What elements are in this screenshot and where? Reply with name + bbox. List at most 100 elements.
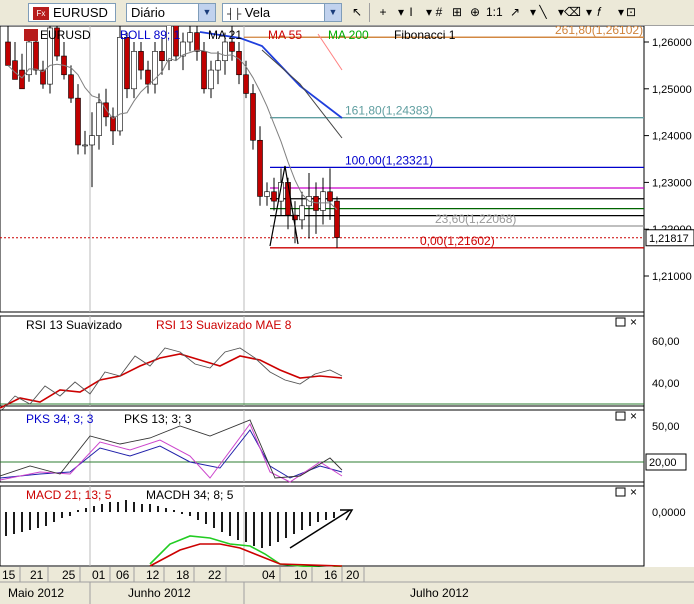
fib-label-1: 161,80(1,24383) bbox=[345, 104, 433, 118]
macd-pane: × MACD 21; 13; 5 MACDH 34; 8; 5 0,0000 bbox=[0, 485, 686, 569]
y-tick-label-5: 1,21000 bbox=[652, 271, 692, 283]
tool-button-16[interactable]: ⊡ bbox=[624, 3, 638, 22]
y-tick-label-3: 1,23000 bbox=[652, 177, 692, 189]
cursor-icon[interactable]: ↖ bbox=[350, 3, 364, 22]
toolbar-separator bbox=[369, 3, 370, 22]
legend-boll: BOLL 89; 1 bbox=[120, 28, 181, 42]
fx-icon: Fx bbox=[33, 7, 49, 21]
rsi-title-1: RSI 13 Suavizado bbox=[26, 318, 122, 332]
candle-body-9 bbox=[68, 74, 74, 99]
candle-body-5 bbox=[40, 69, 46, 85]
candle-body-31 bbox=[222, 41, 228, 62]
symbol-value: EURUSD bbox=[53, 5, 108, 20]
period-dropdown[interactable]: Diário ▼ bbox=[126, 3, 216, 22]
date-label-6: 18 bbox=[176, 568, 190, 582]
macd-title-1: MACD 21; 13; 5 bbox=[26, 488, 112, 502]
tool-button-7[interactable]: 1:1 bbox=[486, 3, 503, 22]
candle-body-30 bbox=[215, 60, 221, 71]
fib-label-8: 0,00(1,21602) bbox=[420, 234, 495, 248]
date-label-5: 12 bbox=[146, 568, 160, 582]
candle-body-16 bbox=[117, 37, 123, 132]
date-axis: 15 21 25 01 06 12 18 22 04 10 16 20 Maio 2012 Junho 2… bbox=[0, 567, 694, 604]
date-label-0: 15 bbox=[2, 568, 16, 582]
candle-body-42 bbox=[299, 205, 305, 221]
candle-body-13 bbox=[96, 102, 102, 136]
price-pane-frame bbox=[0, 26, 645, 313]
tool-button-5[interactable]: ⊞ bbox=[450, 3, 464, 22]
tool-button-4[interactable]: # bbox=[432, 3, 446, 22]
candle-body-34 bbox=[243, 74, 249, 94]
legend-fib: Fibonacci 1 bbox=[394, 28, 456, 42]
symbol-selector[interactable]: Fx EURUSD bbox=[28, 3, 116, 22]
candle-body-18 bbox=[131, 51, 137, 90]
period-value: Diário bbox=[131, 5, 165, 20]
month-label-0: Maio 2012 bbox=[8, 586, 64, 600]
date-label-4: 06 bbox=[116, 568, 130, 582]
candle-body-27 bbox=[194, 32, 200, 52]
candle-body-32 bbox=[229, 41, 235, 52]
tool-button-6[interactable]: ⊕ bbox=[468, 3, 482, 22]
date-label-7: 22 bbox=[208, 568, 222, 582]
tool-button-0[interactable]: + bbox=[376, 3, 390, 22]
candle-body-29 bbox=[208, 69, 214, 90]
candle-body-38 bbox=[271, 191, 277, 202]
tool-button-2[interactable]: I bbox=[404, 3, 418, 22]
chart-style-value: Vela bbox=[244, 5, 271, 20]
month-label-1: Junho 2012 bbox=[128, 586, 191, 600]
rsi-pane-close-icon: × bbox=[630, 315, 637, 329]
candle-body-19 bbox=[138, 51, 144, 71]
candle-body-33 bbox=[236, 51, 242, 76]
tool-button-12[interactable]: ⌫ bbox=[564, 3, 581, 22]
date-label-3: 01 bbox=[92, 568, 106, 582]
candle-body-12 bbox=[89, 135, 95, 146]
candle-body-3 bbox=[26, 41, 32, 76]
pks-pane-close-icon: × bbox=[630, 409, 637, 423]
date-label-8: 04 bbox=[262, 568, 276, 582]
y-tick-label-0: 1,26000 bbox=[652, 37, 692, 49]
pks-title-1: PKS 34; 3; 3 bbox=[26, 412, 94, 426]
candle-body-26 bbox=[187, 32, 193, 43]
tool-button-14[interactable]: 𝑓 bbox=[592, 3, 606, 22]
candle-body-37 bbox=[264, 191, 270, 197]
candle-body-35 bbox=[250, 93, 256, 141]
rsi-title-2: RSI 13 Suavizado MAE 8 bbox=[156, 318, 292, 332]
date-label-11: 20 bbox=[346, 568, 360, 582]
rsi-tick-40: 40,00 bbox=[652, 378, 680, 390]
fib-label-7: 23,60(1,22068) bbox=[435, 212, 516, 226]
tool-button-8[interactable]: ↗ bbox=[508, 3, 522, 22]
candle-body-2 bbox=[19, 69, 25, 90]
legend-ma55: MA 55 bbox=[268, 28, 302, 42]
macd-tick-0: 0,0000 bbox=[652, 507, 686, 519]
price-pane: 1,260001,250001,240001,230001,220001,210… bbox=[0, 26, 694, 566]
legend-symbol: EURUSD bbox=[40, 28, 91, 42]
tool-button-10[interactable]: ╲ bbox=[536, 3, 550, 22]
y-tick-label-2: 1,24000 bbox=[652, 131, 692, 143]
toolbar: Fx EURUSD Diário ▼ ┤├ Vela ▼ ↖ + ▾ I ▾ # ⊞ ⊕ 1:1… bbox=[0, 0, 694, 26]
pks-pane: × PKS 34; 3; 3 PKS 13; 3; 3 50,00 20,00 bbox=[0, 409, 687, 483]
date-label-9: 10 bbox=[294, 568, 308, 582]
date-label-2: 25 bbox=[62, 568, 76, 582]
candle-body-4 bbox=[33, 41, 39, 71]
legend-ma21: MA 21 bbox=[208, 28, 242, 42]
chevron-down-icon[interactable]: ▼ bbox=[324, 4, 341, 21]
candle-body-20 bbox=[145, 69, 151, 85]
candle-body-11 bbox=[82, 144, 88, 147]
chevron-down-icon[interactable]: ▼ bbox=[198, 4, 215, 21]
pks-title-2: PKS 13; 3; 3 bbox=[124, 412, 192, 426]
candle-body-0 bbox=[5, 41, 11, 66]
month-label-2: Julho 2012 bbox=[410, 586, 469, 600]
macd-pane-close-icon: × bbox=[630, 485, 637, 499]
candle-body-44 bbox=[313, 196, 319, 211]
candle-body-47 bbox=[334, 200, 340, 238]
pks-tick-50: 50,00 bbox=[652, 421, 680, 433]
candle-body-45 bbox=[320, 191, 326, 211]
y-tick-label-1: 1,25000 bbox=[652, 84, 692, 96]
chart-style-dropdown[interactable]: ┤├ Vela ▼ bbox=[222, 3, 342, 22]
legend-ma200: MA 200 bbox=[328, 28, 369, 42]
candle-icon: ┤├ bbox=[227, 9, 242, 20]
fx-icon bbox=[24, 29, 38, 41]
rsi-pane: × RSI 13 Suavizado RSI 13 Suavizado MAE 8 6… bbox=[0, 315, 680, 413]
candle-body-28 bbox=[201, 51, 207, 90]
chart-area: 1,260001,250001,240001,230001,220001,210… bbox=[0, 26, 694, 604]
current-price-label: 1,21817 bbox=[649, 233, 689, 245]
